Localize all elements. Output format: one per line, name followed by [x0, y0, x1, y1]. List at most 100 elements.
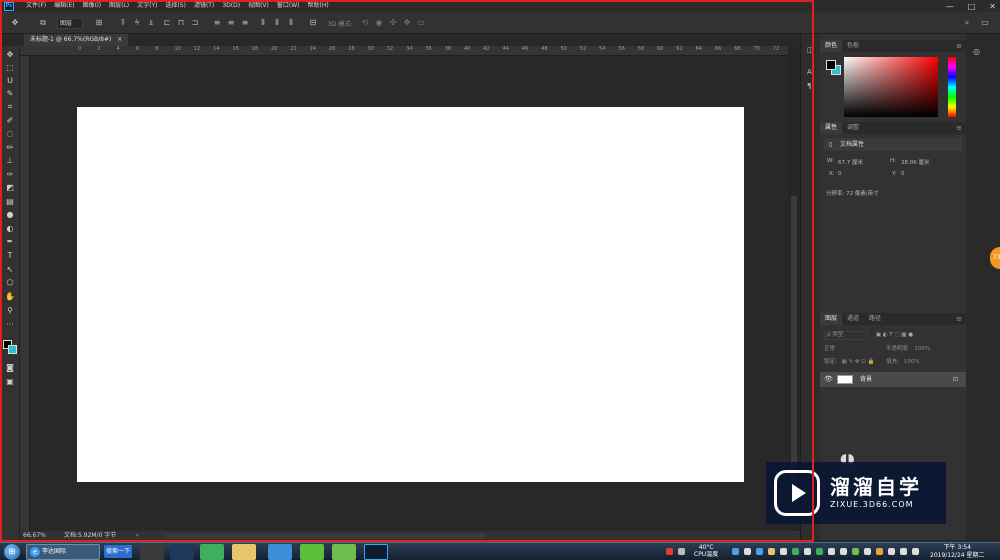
menu-edit[interactable]: 编辑(E)	[50, 0, 78, 12]
taskbar-app-5-icon[interactable]	[268, 544, 292, 560]
tab-color[interactable]: 颜色	[820, 40, 843, 52]
3d-scale-icon[interactable]: ▭	[416, 18, 426, 28]
hand-tool-icon[interactable]: ✋	[4, 291, 16, 302]
align-center-icon[interactable]: ⊓	[176, 18, 186, 28]
width-value[interactable]: 67.7 厘米	[838, 158, 863, 166]
zoom-level[interactable]: 66.67%	[23, 531, 46, 541]
tab-properties[interactable]: 属性	[820, 122, 843, 134]
clone-stamp-tool-icon[interactable]: ⊥	[4, 155, 16, 166]
maximize-button[interactable]: □	[968, 2, 976, 11]
search-icon[interactable]: ⌕	[962, 18, 972, 28]
eraser-tool-icon[interactable]: ◩	[4, 182, 16, 193]
tray-icon-14[interactable]	[888, 548, 895, 555]
menu-layer[interactable]: 图层(L)	[105, 0, 133, 12]
menu-select[interactable]: 选择(S)	[161, 0, 190, 12]
eyedropper-tool-icon[interactable]: ✐	[4, 115, 16, 126]
workspace-icon[interactable]: ▭	[980, 18, 990, 28]
quick-select-tool-icon[interactable]: ✎	[4, 88, 16, 99]
layer-filter-icons[interactable]: ▣ ◐ T ⬚ ▦ ●	[876, 332, 913, 338]
layer-kind-filter[interactable]: ρ 类型	[824, 331, 868, 340]
horizontal-scrollbar[interactable]	[166, 533, 486, 539]
panel-menu-icon[interactable]: ≡	[956, 313, 962, 325]
auto-align-icon[interactable]: ⊟	[308, 18, 318, 28]
vertical-scrollbar[interactable]	[788, 46, 800, 531]
distribute-middle-icon[interactable]: ≡	[226, 18, 236, 28]
hue-slider[interactable]	[948, 57, 956, 117]
background-color-swatch[interactable]	[8, 345, 17, 354]
lock-icons[interactable]: ▦ ✎ ✥ ⊡ 🔒	[842, 359, 875, 365]
marquee-tool-icon[interactable]: ⬚	[4, 62, 16, 73]
document-canvas[interactable]	[77, 107, 744, 482]
network-icon[interactable]	[900, 548, 907, 555]
menu-view[interactable]: 视图(V)	[244, 0, 273, 12]
quick-mask-icon[interactable]: ◙	[4, 362, 16, 373]
tray-icon-7[interactable]	[804, 548, 811, 555]
distribute-bottom-icon[interactable]: ≡	[240, 18, 250, 28]
visibility-eye-icon[interactable]: 👁	[824, 372, 833, 387]
blur-tool-icon[interactable]: ●	[4, 209, 16, 220]
history-panel-icon[interactable]: ◫	[807, 46, 814, 54]
distribute-right-icon[interactable]: ⦀	[286, 18, 296, 28]
menu-type[interactable]: 文字(Y)	[133, 0, 161, 12]
shape-tool-icon[interactable]: ⬠	[4, 277, 16, 288]
taskbar-browser-item[interactable]: e 李达国际	[26, 544, 100, 560]
status-arrow-icon[interactable]: ›	[136, 531, 138, 541]
tray-wechat-icon[interactable]	[852, 548, 859, 555]
document-tab[interactable]: 未标题-1 @ 66.7%(RGB/8#) ×	[24, 34, 129, 46]
tab-swatches[interactable]: 色板	[842, 40, 864, 52]
tab-channels[interactable]: 通道	[842, 313, 864, 325]
menu-help[interactable]: 帮助(H)	[304, 0, 333, 12]
tray-icon-13[interactable]	[876, 548, 883, 555]
blend-mode-select[interactable]: 正常	[824, 344, 868, 355]
panel-menu-icon[interactable]: ≡	[956, 40, 962, 52]
tab-paths[interactable]: 路径	[864, 313, 886, 325]
taskbar-app-1-icon[interactable]	[140, 544, 164, 560]
color-picker-field[interactable]	[844, 57, 938, 117]
lasso-tool-icon[interactable]: ᑌ	[4, 75, 16, 86]
opacity-value[interactable]: 100%	[914, 346, 930, 352]
tray-icon-8[interactable]	[816, 548, 823, 555]
move-tool-icon[interactable]: ✥	[4, 49, 16, 60]
panel-menu-icon[interactable]: ≡	[956, 122, 962, 134]
transform-controls-icon[interactable]: ⊞	[94, 18, 104, 28]
scrollbar-thumb[interactable]	[791, 196, 797, 496]
photoshop-taskbar-icon[interactable]	[364, 544, 388, 560]
tray-icon-5[interactable]	[780, 548, 787, 555]
tab-close-button[interactable]: ×	[117, 36, 122, 43]
type-tool-icon[interactable]: T	[4, 250, 16, 261]
align-top-icon[interactable]: ⫪	[118, 18, 128, 28]
tray-antivirus-icon[interactable]	[666, 548, 673, 555]
align-right-icon[interactable]: ⊐	[190, 18, 200, 28]
search-button[interactable]: 搜索一下	[104, 545, 132, 558]
taskbar-app-6-icon[interactable]	[300, 544, 324, 560]
crop-tool-icon[interactable]: ⌗	[4, 101, 16, 112]
tray-icon-9[interactable]	[828, 548, 835, 555]
volume-icon[interactable]	[912, 548, 919, 555]
character-panel-icon[interactable]: A	[807, 68, 812, 76]
tray-icon-1[interactable]	[732, 548, 739, 555]
menu-image[interactable]: 图像(I)	[79, 0, 105, 12]
height-value[interactable]: 38.06 厘米	[901, 158, 930, 166]
menu-filter[interactable]: 滤镜(T)	[190, 0, 218, 12]
history-brush-tool-icon[interactable]: ✑	[4, 169, 16, 180]
move-tool-icon[interactable]: ✥	[10, 18, 20, 28]
3d-pan-icon[interactable]: ✣	[388, 18, 398, 28]
path-select-tool-icon[interactable]: ↖	[4, 264, 16, 275]
x-value[interactable]: 0	[838, 171, 842, 177]
file-explorer-icon[interactable]	[232, 544, 256, 560]
paragraph-panel-icon[interactable]: ¶	[807, 82, 811, 90]
y-value[interactable]: 0	[901, 171, 905, 177]
start-button[interactable]: ⊞	[4, 544, 20, 560]
minimize-button[interactable]: —	[946, 2, 954, 11]
tray-icon-12[interactable]	[864, 548, 871, 555]
tray-icon-3[interactable]	[756, 548, 763, 555]
align-middle-icon[interactable]: ⫩	[132, 18, 142, 28]
layer-row[interactable]: 👁 背景 ⊡	[820, 372, 966, 387]
close-button[interactable]: ✕	[989, 2, 996, 11]
tray-icon-6[interactable]	[792, 548, 799, 555]
align-bottom-icon[interactable]: ⫫	[146, 18, 156, 28]
distribute-top-icon[interactable]: ≡	[212, 18, 222, 28]
wechat-icon[interactable]	[332, 544, 356, 560]
3d-roll-icon[interactable]: ◉	[374, 18, 384, 28]
tray-app-icon[interactable]	[678, 548, 685, 555]
